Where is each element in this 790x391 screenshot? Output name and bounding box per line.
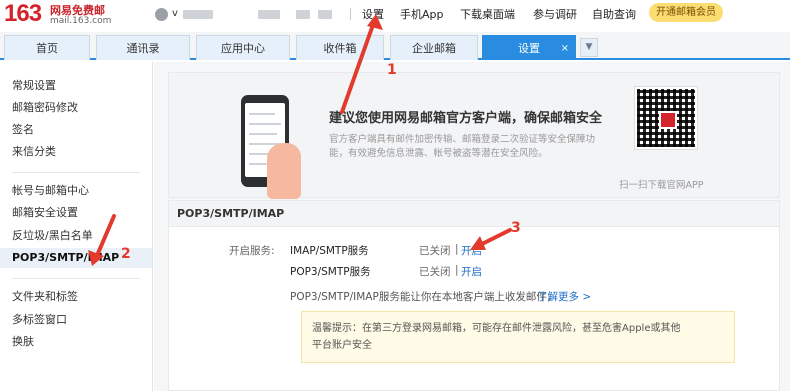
- annotation-number-2: 2: [121, 246, 131, 262]
- learn-more-link[interactable]: 了解更多 >: [537, 289, 591, 304]
- download-desktop-link[interactable]: 下载桌面端: [460, 6, 515, 22]
- close-icon[interactable]: ×: [561, 36, 569, 61]
- imap-service-name: IMAP/SMTP服务: [290, 245, 369, 257]
- redacted-username: [258, 10, 280, 19]
- logo-url[interactable]: mail.163.com: [50, 16, 111, 26]
- divider: [12, 278, 140, 279]
- sidebar-item-general[interactable]: 常规设置: [0, 76, 152, 96]
- settings-sidebar: 常规设置 邮箱密码修改 签名 来信分类 帐号与邮箱中心 邮箱安全设置 反垃圾/黑…: [0, 62, 153, 391]
- sidebar-item-password[interactable]: 邮箱密码修改: [0, 98, 152, 118]
- self-service-link[interactable]: 自助查询: [592, 6, 636, 22]
- service-note: POP3/SMTP/IMAP服务能让你在本地客户端上收发邮件，: [290, 291, 558, 303]
- app-logo-icon: [659, 111, 677, 129]
- imap-status: 已关闭: [419, 245, 451, 257]
- survey-link[interactable]: 参与调研: [533, 6, 577, 22]
- sidebar-item-spam-list[interactable]: 反垃圾/黑白名单: [0, 226, 152, 246]
- separator: |: [455, 264, 459, 276]
- user-avatar[interactable]: [155, 8, 168, 21]
- sidebar-item-multi-tab[interactable]: 多标签窗口: [0, 310, 152, 330]
- redacted-username: [296, 10, 310, 19]
- pop3-enable-link[interactable]: 开启: [461, 264, 482, 279]
- logo-number[interactable]: 163: [4, 0, 42, 28]
- security-tip: 温馨提示：在第三方登录网易邮箱，可能存在邮件泄露风险，甚至危害Apple或其他 …: [301, 311, 735, 363]
- chevron-down-icon[interactable]: ▼: [580, 38, 598, 57]
- sidebar-item-mail-filter[interactable]: 来信分类: [0, 142, 152, 162]
- mobile-app-link[interactable]: 手机App: [400, 6, 444, 22]
- tab-home[interactable]: 首页: [4, 35, 90, 60]
- tab-enterprise-mail[interactable]: 企业邮箱: [390, 35, 478, 60]
- user-name[interactable]: v: [172, 8, 178, 19]
- top-bar: 163 网易免费邮 mail.163.com v 设置 手机App 下载桌面端 …: [0, 0, 790, 32]
- divider: [12, 172, 140, 173]
- sidebar-item-skin[interactable]: 换肤: [0, 332, 152, 352]
- tip-line: 温馨提示：在第三方登录网易邮箱，可能存在邮件泄露风险，甚至危害Apple或其他: [312, 323, 681, 334]
- pop3-service-name: POP3/SMTP服务: [290, 266, 371, 278]
- sidebar-item-signature[interactable]: 签名: [0, 120, 152, 140]
- annotation-arrow-2: [88, 214, 116, 266]
- pop3-status: 已关闭: [419, 266, 451, 278]
- annotation-number-1: 1: [387, 62, 397, 78]
- sidebar-item-account-center[interactable]: 帐号与邮箱中心: [0, 181, 152, 201]
- open-vip-button[interactable]: 开通邮箱会员: [649, 3, 723, 22]
- service-label: 开启服务:: [229, 245, 275, 257]
- banner-description: 官方客户端具有邮件加密传输、邮箱登录二次验证等安全保障功能，有效避免信息泄露、帐…: [329, 134, 596, 159]
- tab-settings-label: 设置: [518, 42, 540, 55]
- redacted-username: [183, 10, 213, 19]
- qr-caption: 扫一扫下载官网APP: [619, 180, 704, 191]
- client-promo-banner: 建议您使用网易邮箱官方客户端，确保邮箱安全 官方客户端具有邮件加密传输、邮箱登录…: [168, 72, 780, 199]
- tab-app-center[interactable]: 应用中心: [196, 35, 290, 60]
- qr-code-icon: [634, 86, 698, 150]
- hand-illustration: [267, 143, 301, 199]
- annotation-arrow-3: [470, 228, 512, 250]
- annotation-number-3: 3: [511, 220, 521, 236]
- separator: |: [455, 243, 459, 255]
- annotation-arrow-1: [340, 14, 383, 114]
- sidebar-item-folders-tags[interactable]: 文件夹和标签: [0, 287, 152, 307]
- tab-settings[interactable]: 设置 ×: [482, 35, 576, 60]
- tab-contacts[interactable]: 通讯录: [96, 35, 190, 60]
- sidebar-item-security[interactable]: 邮箱安全设置: [0, 203, 152, 223]
- tab-bar: 首页 通讯录 应用中心 收件箱 企业邮箱 设置 × ▼: [0, 32, 790, 60]
- tip-line: 平台账户安全: [312, 340, 372, 351]
